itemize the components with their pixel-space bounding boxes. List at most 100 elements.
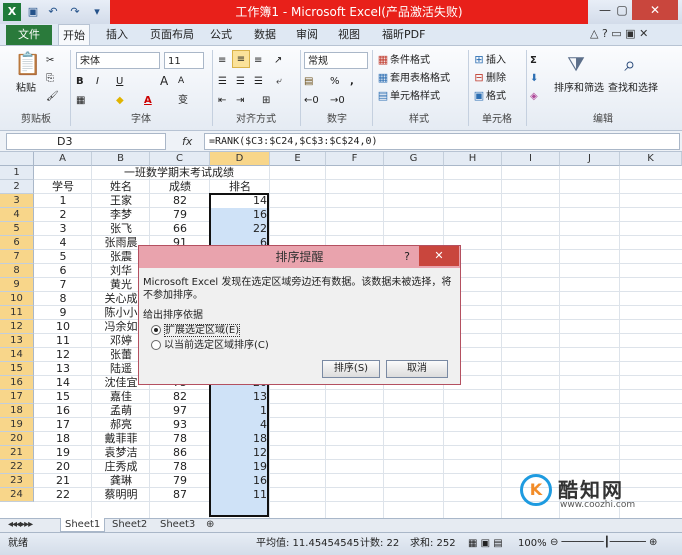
tab-insert[interactable]: 插入 <box>102 24 132 45</box>
data-cell[interactable]: 12 <box>210 446 270 460</box>
increase-decimal-icon[interactable]: ←0 <box>304 92 319 109</box>
data-cell[interactable]: 19 <box>210 460 270 474</box>
data-cell[interactable]: 4 <box>210 418 270 432</box>
column-header-b[interactable]: B <box>92 152 150 166</box>
row-header-20[interactable]: 20 <box>0 432 34 446</box>
orientation-icon[interactable]: ↗ <box>274 52 282 69</box>
tab-file[interactable]: 文件 <box>6 25 52 45</box>
name-box[interactable]: D3 <box>6 133 166 150</box>
formula-input[interactable]: =RANK($C3:$C24,$C$3:$C$24,0) <box>204 133 680 150</box>
select-all-corner[interactable] <box>0 152 34 166</box>
align-center-icon[interactable]: ☰ <box>236 73 245 90</box>
row-header-8[interactable]: 8 <box>0 264 34 278</box>
row-header-12[interactable]: 12 <box>0 320 34 334</box>
fill-icon[interactable]: ⬇ <box>530 70 538 87</box>
phonetic-button[interactable]: 变 <box>178 92 188 109</box>
row-header-3[interactable]: 3 <box>0 194 34 208</box>
decrease-indent-icon[interactable]: ⇤ <box>218 92 226 109</box>
find-select-icon[interactable]: ⌕ <box>618 52 642 78</box>
insert-cells-button[interactable]: ⊞ 插入 <box>472 52 506 69</box>
row-header-23[interactable]: 23 <box>0 474 34 488</box>
data-cell[interactable]: 2 <box>34 208 92 222</box>
undo-icon[interactable]: ↶ <box>44 3 62 21</box>
number-format-select[interactable]: 常规 <box>304 52 368 69</box>
dialog-close-button[interactable]: ✕ <box>419 246 459 266</box>
increase-indent-icon[interactable]: ⇥ <box>236 92 244 109</box>
row-header-18[interactable]: 18 <box>0 404 34 418</box>
bold-button[interactable]: B <box>76 73 84 90</box>
data-cell[interactable]: 13 <box>210 390 270 404</box>
currency-icon[interactable]: ▤ <box>304 73 313 90</box>
data-cell[interactable]: 9 <box>34 306 92 320</box>
column-header-a[interactable]: A <box>34 152 92 166</box>
sheet-tab-sheet3[interactable]: Sheet3 <box>156 518 199 532</box>
data-cell[interactable]: 78 <box>150 432 210 446</box>
maximize-button[interactable]: ▢ <box>612 0 632 20</box>
find-select-button[interactable]: 查找和选择 <box>608 80 658 97</box>
data-cell[interactable]: 78 <box>150 460 210 474</box>
align-middle-icon[interactable]: ≡ <box>232 50 250 68</box>
merge-center-icon[interactable]: ⊞ <box>262 92 270 109</box>
tab-view[interactable]: 视图 <box>334 24 364 45</box>
row-header-14[interactable]: 14 <box>0 348 34 362</box>
data-cell[interactable]: 4 <box>34 236 92 250</box>
header-cell[interactable]: 成绩 <box>150 180 210 194</box>
format-painter-icon[interactable]: 🖌 <box>46 88 59 105</box>
row-header-5[interactable]: 5 <box>0 222 34 236</box>
row-header-17[interactable]: 17 <box>0 390 34 404</box>
header-cell[interactable]: 姓名 <box>92 180 150 194</box>
align-top-icon[interactable]: ≡ <box>218 52 226 69</box>
column-header-d[interactable]: D <box>210 152 270 166</box>
data-cell[interactable]: 16 <box>210 208 270 222</box>
data-cell[interactable]: 20 <box>34 460 92 474</box>
data-cell[interactable]: 袁梦洁 <box>92 446 150 460</box>
data-cell[interactable]: 10 <box>34 320 92 334</box>
sort-filter-button[interactable]: 排序和筛选 <box>554 80 604 97</box>
align-right-icon[interactable]: ☰ <box>254 73 263 90</box>
data-cell[interactable]: 15 <box>34 390 92 404</box>
row-header-1[interactable]: 1 <box>0 166 34 180</box>
row-header-2[interactable]: 2 <box>0 180 34 194</box>
autosum-icon[interactable]: Σ <box>530 52 537 69</box>
row-header-16[interactable]: 16 <box>0 376 34 390</box>
column-header-f[interactable]: F <box>326 152 384 166</box>
data-cell[interactable]: 21 <box>34 474 92 488</box>
zoom-level[interactable]: 100% <box>518 533 547 554</box>
header-cell[interactable]: 排名 <box>210 180 270 194</box>
tab-page-layout[interactable]: 页面布局 <box>146 24 198 45</box>
data-cell[interactable]: 17 <box>34 418 92 432</box>
data-cell[interactable]: 3 <box>34 222 92 236</box>
data-cell[interactable]: 5 <box>34 250 92 264</box>
comma-button[interactable]: , <box>350 73 354 90</box>
data-cell[interactable]: 87 <box>150 488 210 502</box>
row-header-10[interactable]: 10 <box>0 292 34 306</box>
column-header-h[interactable]: H <box>444 152 502 166</box>
data-cell[interactable]: 14 <box>210 194 270 208</box>
sheet-tab-sheet2[interactable]: Sheet2 <box>108 518 151 532</box>
zoom-slider[interactable]: ⊖ ───────┃────── ⊕ <box>550 537 676 549</box>
data-cell[interactable]: 14 <box>34 376 92 390</box>
data-cell[interactable]: 22 <box>210 222 270 236</box>
view-buttons[interactable]: ▦ ▣ ▤ <box>468 533 503 554</box>
tab-foxit-pdf[interactable]: 福昕PDF <box>378 24 429 45</box>
data-cell[interactable]: 张飞 <box>92 222 150 236</box>
row-header-7[interactable]: 7 <box>0 250 34 264</box>
save-icon[interactable]: ▣ <box>24 3 42 21</box>
row-header-13[interactable]: 13 <box>0 334 34 348</box>
grow-font-button[interactable]: A <box>160 73 168 90</box>
sheet-nav-buttons[interactable]: ◂◂◂▸▸▸ <box>4 518 36 532</box>
dialog-help-button[interactable]: ? <box>397 246 417 268</box>
percent-button[interactable]: % <box>330 73 340 90</box>
conditional-formatting-button[interactable]: ▦ 条件格式 <box>376 52 430 69</box>
data-cell[interactable]: 1 <box>34 194 92 208</box>
underline-button[interactable]: U <box>116 73 123 90</box>
data-cell[interactable]: 11 <box>210 488 270 502</box>
borders-icon[interactable]: ▦ <box>76 92 85 109</box>
data-cell[interactable]: 戴菲菲 <box>92 432 150 446</box>
column-header-g[interactable]: G <box>384 152 444 166</box>
header-cell[interactable]: 学号 <box>34 180 92 194</box>
fill-color-icon[interactable]: ◆ <box>116 92 124 109</box>
tab-review[interactable]: 审阅 <box>292 24 322 45</box>
data-cell[interactable]: 蔡明明 <box>92 488 150 502</box>
data-cell[interactable]: 16 <box>210 474 270 488</box>
